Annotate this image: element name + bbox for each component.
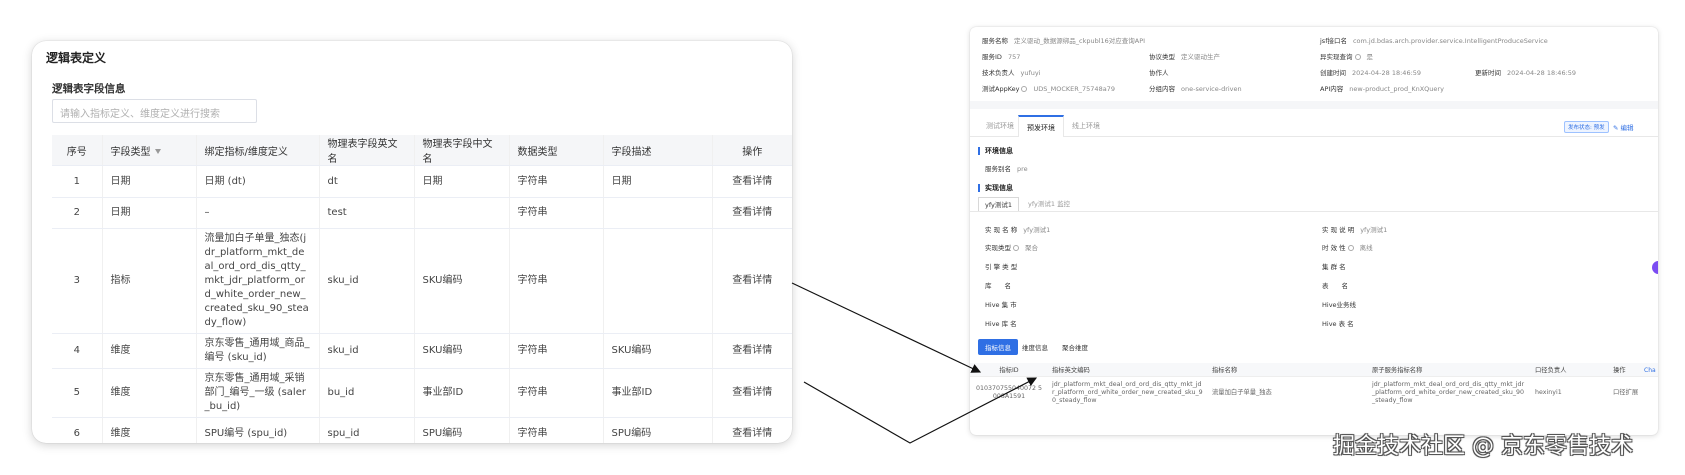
watermark: 掘金技术社区 @ 京东零售技术	[1333, 434, 1633, 459]
arrow-to-dimension-tab	[803, 377, 1038, 444]
arrow-to-metric-tab	[791, 282, 982, 373]
connector-arrows	[791, 282, 1038, 444]
canvas: 逻辑表定义 逻辑表字段信息 请输入指标定义、维度定义进行搜索 序号 字段类型 绑…	[0, 0, 1685, 475]
